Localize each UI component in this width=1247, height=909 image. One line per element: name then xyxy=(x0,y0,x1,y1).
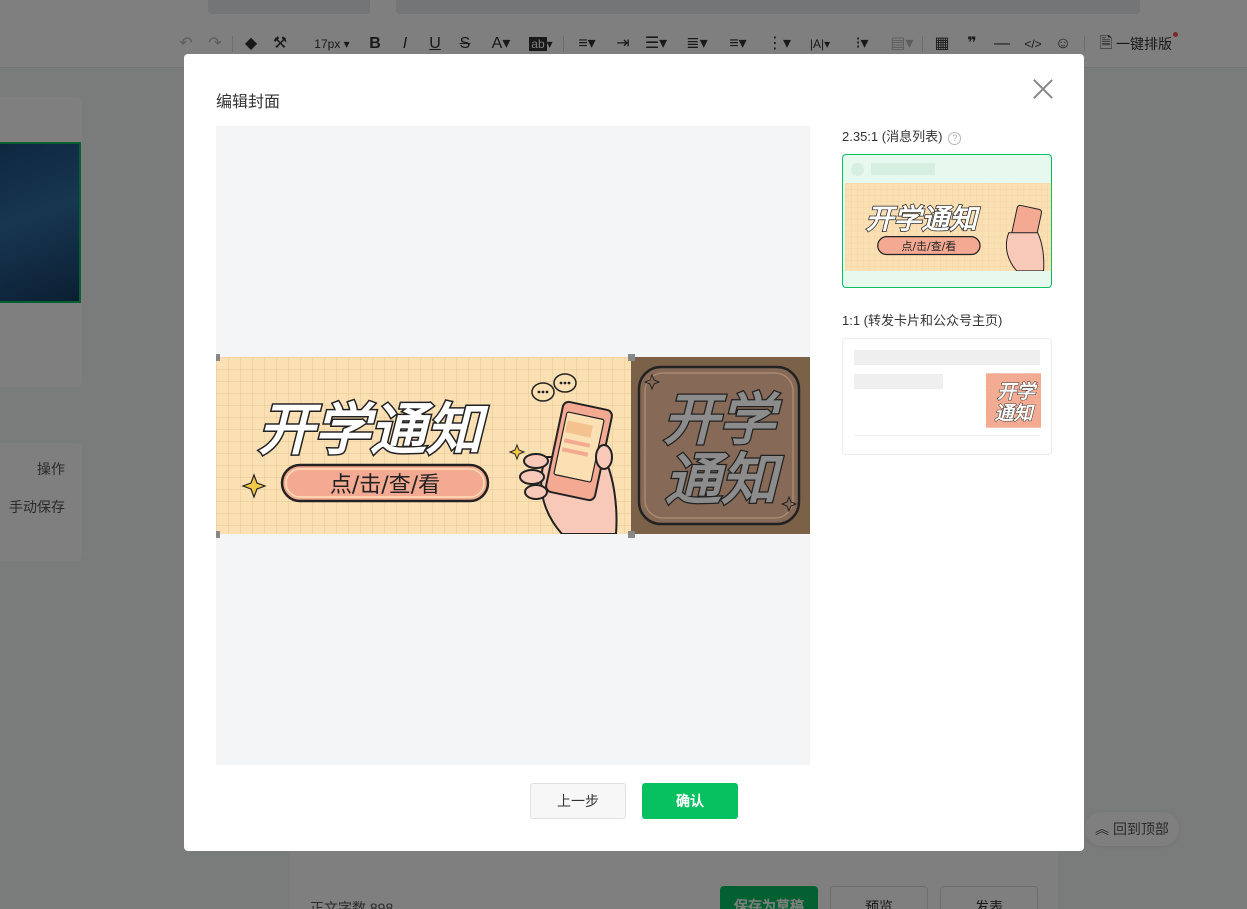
crop-area[interactable]: 开学通知 点/击/查/看 开学 通知 xyxy=(216,354,810,538)
square-title-line1: 开学 xyxy=(663,388,782,453)
crop-canvas: 开学通知 点/击/查/看 开学 通知 xyxy=(216,126,810,765)
ratio-square-label: 1:1 (转发卡片和公众号主页) xyxy=(842,313,1003,328)
svg-text:通知: 通知 xyxy=(995,402,1036,424)
help-icon[interactable]: ? xyxy=(948,132,962,145)
confirm-button[interactable]: 确认 xyxy=(642,783,738,819)
dialog-title: 编辑封面 xyxy=(216,94,281,111)
cover-banner-image: 开学通知 点/击/查/看 xyxy=(216,357,631,534)
preview-panel: 2.35:1 (消息列表)? 开学通知 点/击/查/看 1:1 (转发卡片和公众… xyxy=(842,126,1052,455)
card-preview-thumbnail: 开学 通知 xyxy=(986,373,1041,428)
close-icon[interactable] xyxy=(1032,78,1054,100)
banner-subtitle: 点/击/查/看 xyxy=(330,473,440,498)
square-title-line2: 通知 xyxy=(665,448,784,513)
banner-title: 开学通知 xyxy=(258,398,489,463)
crop-handle-bottom-left[interactable] xyxy=(216,531,220,538)
edit-cover-dialog: 编辑封面 开学通知 点/击/查/看 开学 通知 2.35:1 (消息列表) ? … xyxy=(184,54,1084,851)
square-crop-region: 开学 通知 xyxy=(631,357,810,534)
crop-handle-top-left[interactable] xyxy=(216,354,220,361)
message-list-preview[interactable]: 开学通知 点/击/查/看 xyxy=(842,154,1052,288)
card-preview[interactable]: 开学 通知 xyxy=(842,338,1052,455)
square-cover-image: 开学 通知 xyxy=(637,365,801,526)
crop-handle-top-right[interactable] xyxy=(628,354,635,361)
previous-step-button[interactable]: 上一步 xyxy=(530,783,626,819)
list-preview-thumbnail: 开学通知 点/击/查/看 xyxy=(845,183,1051,271)
svg-text:点/击/查/看: 点/击/查/看 xyxy=(902,239,957,253)
crop-handle-bottom-right[interactable] xyxy=(628,531,635,538)
svg-text:开学通知: 开学通知 xyxy=(866,203,981,236)
ratio-list-label: 2.35:1 (消息列表)? xyxy=(842,126,1052,145)
svg-text:开学: 开学 xyxy=(997,381,1038,403)
